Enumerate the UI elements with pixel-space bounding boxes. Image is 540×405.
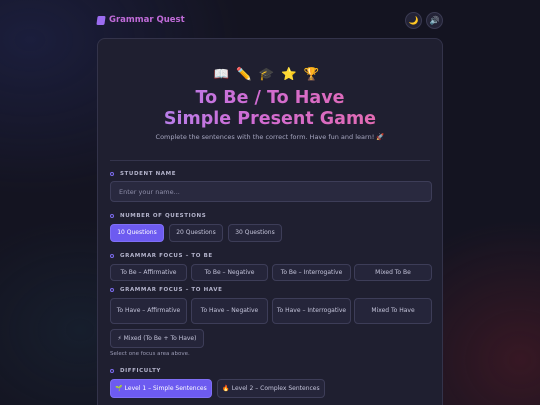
title-line-1: To Be / To Have (195, 88, 345, 108)
top-bar: Grammar Quest 🌙 🔊 (96, 12, 443, 32)
student-name-label: STUDENT NAME (110, 171, 176, 177)
mixed-to-have-button[interactable]: Mixed To Have (354, 298, 432, 324)
speaker-icon: 🔊 (429, 16, 440, 25)
to-be-label-text: GRAMMAR FOCUS – TO BE (120, 253, 213, 259)
title-line-2: Simple Present Game (163, 109, 377, 129)
bullet-icon (110, 288, 114, 292)
emoji-row: 📖✏️🎓⭐🏆 (213, 66, 327, 81)
theme-toggle-button[interactable]: 🌙 (405, 12, 422, 29)
bullet-icon (110, 254, 114, 258)
brand-name: Grammar Quest (109, 15, 185, 25)
to-have-label: GRAMMAR FOCUS – TO HAVE (110, 287, 222, 293)
to-be-affirmative-button[interactable]: To Be – Affirmative (110, 264, 187, 281)
difficulty-label: DIFFICULTY (110, 368, 161, 374)
to-be-label: GRAMMAR FOCUS – TO BE (110, 253, 213, 259)
moon-icon: 🌙 (408, 16, 419, 25)
level-1-button[interactable]: 🌱 Level 1 – Simple Sentences (110, 379, 212, 398)
student-name-label-text: STUDENT NAME (120, 171, 177, 177)
subtitle: Complete the sentences with the correct … (155, 133, 385, 141)
to-have-negative-button[interactable]: To Have – Negative (191, 298, 268, 324)
mixed-be-have-button[interactable]: ⚡ Mixed (To Be + To Have) (110, 329, 204, 348)
level-2-button[interactable]: 🔥 Level 2 – Complex Sentences (217, 379, 325, 398)
questions-20-button[interactable]: 20 Questions (169, 224, 223, 242)
setup-card: 📖✏️🎓⭐🏆 To Be / To Have Simple Present Ga… (97, 38, 443, 405)
page-title: To Be / To Have Simple Present Game (98, 88, 442, 130)
difficulty-label-text: DIFFICULTY (120, 368, 162, 374)
mixed-to-be-button[interactable]: Mixed To Be (354, 264, 432, 281)
questions-label-text: NUMBER OF QUESTIONS (120, 213, 207, 219)
brand[interactable]: Grammar Quest (96, 15, 185, 25)
focus-hint: Select one focus area above. (110, 351, 190, 357)
student-name-input[interactable] (110, 181, 432, 202)
questions-10-button[interactable]: 10 Questions (110, 224, 164, 242)
to-have-affirmative-button[interactable]: To Have – Affirmative (110, 298, 187, 324)
divider (110, 160, 430, 161)
sound-toggle-button[interactable]: 🔊 (426, 12, 443, 29)
to-be-interrogative-button[interactable]: To Be – Interrogative (272, 264, 351, 281)
to-have-label-text: GRAMMAR FOCUS – TO HAVE (120, 287, 223, 293)
bullet-icon (110, 172, 114, 176)
bullet-icon (110, 214, 114, 218)
bullet-icon (110, 369, 114, 373)
book-icon (96, 15, 106, 25)
questions-label: NUMBER OF QUESTIONS (110, 213, 206, 219)
questions-30-button[interactable]: 30 Questions (228, 224, 282, 242)
to-have-interrogative-button[interactable]: To Have – Interrogative (272, 298, 351, 324)
to-be-negative-button[interactable]: To Be – Negative (191, 264, 268, 281)
